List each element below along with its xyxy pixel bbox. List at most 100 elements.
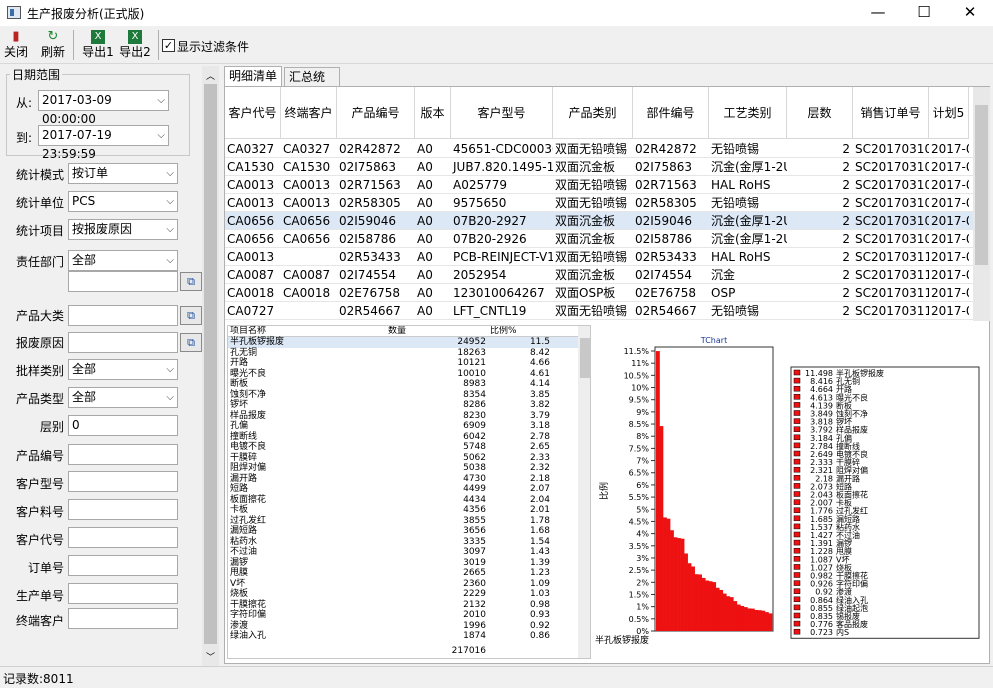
dept-picker-button[interactable]: ⧉ — [180, 272, 202, 291]
tab-summary-stats[interactable]: 汇总统计 — [284, 67, 340, 102]
prod-order-field[interactable] — [68, 583, 178, 604]
grid-header-cell[interactable]: 产品类别 — [553, 87, 633, 139]
summary-scrollbar[interactable] — [578, 326, 590, 658]
close-window-button[interactable]: ✕ — [947, 0, 993, 26]
summary-row[interactable]: 短路 4499 2.07 — [228, 484, 578, 495]
chevron-down-icon: ⌵ — [166, 224, 174, 235]
prod-no-field[interactable] — [68, 444, 178, 465]
minimize-button[interactable]: — — [855, 0, 901, 26]
summary-row[interactable]: 曝光不良 10010 4.61 — [228, 369, 578, 380]
grid-header-cell[interactable]: 层数 — [787, 87, 853, 139]
summary-row[interactable]: 干膜擦花 2132 0.98 — [228, 600, 578, 611]
summary-row[interactable]: 漏短路 3656 1.68 — [228, 526, 578, 537]
chevron-down-icon[interactable]: ﹀ — [206, 650, 215, 663]
table-row[interactable]: CA1530 CA1530 02I75863 A0 JUB7.820.1495-1 双面沉… — [225, 158, 973, 176]
summary-row[interactable]: 样品报废 8230 3.79 — [228, 411, 578, 422]
export2-button[interactable]: X 导出2 — [117, 29, 153, 63]
table-row[interactable]: CA0013 CA0013 02R58305 A0 9575650 双面无铅喷锡 02R58… — [225, 194, 973, 212]
table-cell: 双面无铅喷锡 — [555, 142, 628, 156]
stat-mode-select[interactable]: 按订单 ⌵ — [68, 163, 178, 184]
batch-type-select[interactable]: 全部 ⌵ — [68, 359, 178, 380]
prod-type-select[interactable]: 全部 ⌵ — [68, 387, 178, 408]
table-row[interactable]: CA0727 02R54667 A0 LFT_CNTL19 双面无铅喷锡 02R54667… — [225, 302, 973, 320]
grid-header-cell[interactable]: 部件编号 — [633, 87, 709, 139]
summary-header-cell[interactable]: 项目名称 — [230, 326, 386, 337]
summary-row[interactable]: 不过油 3097 1.43 — [228, 547, 578, 558]
summary-row[interactable]: 渗渡 1996 0.92 — [228, 621, 578, 632]
cust-code-field[interactable] — [68, 527, 178, 548]
scrap-reason-picker-button[interactable]: ⧉ — [180, 333, 202, 352]
grid-header-cell[interactable]: 计划5 — [929, 87, 969, 139]
summary-row[interactable]: 烧板 2229 1.03 — [228, 589, 578, 600]
summary-row[interactable]: 锣坏 8286 3.82 — [228, 400, 578, 411]
summary-row[interactable]: 甩膜 2665 1.23 — [228, 568, 578, 579]
grid-header-cell[interactable]: 工艺类别 — [709, 87, 787, 139]
scrap-reason-field[interactable] — [68, 332, 178, 353]
summary-row[interactable]: 阻焊对偏 5038 2.32 — [228, 463, 578, 474]
to-datetime-picker[interactable]: 2017-07-19 23:59:59 ⌵ — [38, 125, 169, 161]
scrollbar-thumb[interactable] — [204, 84, 217, 644]
summary-row[interactable]: 粘药水 3335 1.54 — [228, 537, 578, 548]
refresh-button[interactable]: ↻ 刷新 — [38, 29, 68, 63]
summary-row[interactable]: 开路 10121 4.66 — [228, 358, 578, 369]
summary-row[interactable]: 漏锣 3019 1.39 — [228, 558, 578, 569]
chevron-up-icon[interactable]: ︿ — [206, 69, 215, 82]
summary-row[interactable]: 板面擦花 4434 2.04 — [228, 495, 578, 506]
summary-row[interactable]: 干膜碎 5062 2.33 — [228, 453, 578, 464]
maximize-button[interactable]: ☐ — [901, 0, 947, 26]
table-row[interactable]: CA0656 CA0656 02I59046 A0 07B20-2927 双面沉金板 02I… — [225, 212, 973, 230]
filter-panel-scrollbar[interactable]: ︿ ﹀ — [202, 66, 219, 666]
cust-model-field[interactable] — [68, 471, 178, 492]
close-button[interactable]: ▮ 关闭 — [2, 29, 30, 63]
summary-row[interactable]: 蚀刻不净 8354 3.85 — [228, 390, 578, 401]
grid-header-cell[interactable]: 版本 — [415, 87, 451, 139]
summary-row[interactable]: V坏 2360 1.09 — [228, 579, 578, 590]
summary-row[interactable]: 孔偏 6909 3.18 — [228, 421, 578, 432]
table-cell: SC2017031087 — [855, 178, 929, 192]
scrollbar-thumb[interactable] — [580, 338, 590, 378]
prod-cat-field[interactable] — [68, 305, 178, 326]
table-row[interactable]: CA0656 CA0656 02I58786 A0 07B20-2926 双面沉金板 02I… — [225, 230, 973, 248]
show-filter-checkbox[interactable]: ✓ — [162, 39, 175, 52]
summary-row[interactable]: 过孔发红 3855 1.78 — [228, 516, 578, 527]
refresh-label: 刷新 — [40, 45, 65, 59]
grid-header-cell[interactable]: 产品编号 — [337, 87, 415, 139]
grid-header-cell[interactable]: 销售订单号 — [853, 87, 929, 139]
export1-button[interactable]: X 导出1 — [80, 29, 116, 63]
summary-row[interactable]: 电镀不良 5748 2.65 — [228, 442, 578, 453]
table-row[interactable]: CA0327 CA0327 02R42872 A0 45651-CDC00030B1双面… — [225, 140, 973, 158]
from-datetime-picker[interactable]: 2017-03-09 00:00:00 ⌵ — [38, 90, 169, 126]
summary-row[interactable]: 漏开路 4730 2.18 — [228, 474, 578, 485]
summary-header-cell[interactable]: 比例% — [490, 326, 550, 337]
dept-select[interactable]: 全部 ⌵ — [68, 250, 178, 271]
table-row[interactable]: CA0018 CA0018 02E76758 A0 123010064267 双面OSP板… — [225, 284, 973, 302]
grid-scrollbar[interactable] — [973, 87, 990, 321]
table-row[interactable]: CA0087 CA0087 02I74554 A0 2052954 双面沉金板 02I745… — [225, 266, 973, 284]
summary-row[interactable]: 绿油入孔 1874 0.86 — [228, 631, 578, 642]
scrollbar-thumb[interactable] — [975, 105, 988, 265]
layers-field[interactable]: 0 — [68, 415, 178, 436]
summary-row[interactable]: 半孔板锣报废 24952 11.5 — [228, 337, 578, 348]
cust-part-field[interactable] — [68, 499, 178, 520]
summary-row[interactable]: 孔无铜 18263 8.42 — [228, 348, 578, 359]
summary-header-cell[interactable]: 数量 — [388, 326, 486, 337]
tab-detail-list[interactable]: 明细清单 — [224, 66, 282, 87]
table-row[interactable]: CA0013 CA0013 02R71563 A0 A025779 双面无铅喷锡 02R71… — [225, 176, 973, 194]
summary-row[interactable]: 卡板 4356 2.01 — [228, 505, 578, 516]
stat-unit-select[interactable]: PCS ⌵ — [68, 191, 178, 212]
grid-header-cell[interactable]: 客户型号 — [451, 87, 553, 139]
prod-cat-picker-button[interactable]: ⧉ — [180, 306, 202, 325]
table-row[interactable]: CA0013 02R53433 A0 PCB-REINJECT-V1. 双面无铅喷锡 02… — [225, 248, 973, 266]
summary-row[interactable]: 断板 8983 4.14 — [228, 379, 578, 390]
summary-row[interactable]: 撞断线 6042 2.78 — [228, 432, 578, 443]
summary-header-row: 项目名称 数量 比例% — [228, 326, 578, 337]
end-cust-field[interactable] — [68, 608, 178, 629]
stat-item-select[interactable]: 按报废原因 ⌵ — [68, 219, 178, 240]
dept-extra-field[interactable] — [68, 271, 178, 292]
summary-row[interactable]: 字符印偏 2010 0.93 — [228, 610, 578, 621]
summary-cell: 半孔板锣报废 — [230, 337, 285, 347]
grid-header-cell[interactable]: 客户代号 — [225, 87, 281, 139]
order-no-field[interactable] — [68, 555, 178, 576]
grid-header-cell[interactable]: 终端客户 — [281, 87, 337, 139]
table-cell: 02R54667 — [635, 304, 697, 318]
